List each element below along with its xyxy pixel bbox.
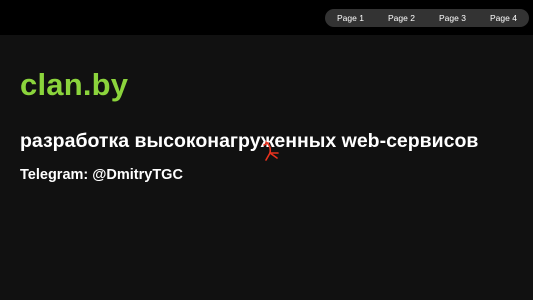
nav-link-page-3[interactable]: Page 3 (427, 9, 478, 27)
page: Page 1 Page 2 Page 3 Page 4 clan.by разр… (0, 0, 533, 300)
top-navigation-bar: Page 1 Page 2 Page 3 Page 4 (0, 0, 533, 35)
site-tagline: разработка высоконагруженных web-сервисо… (20, 130, 479, 152)
nav-link-page-1[interactable]: Page 1 (325, 9, 376, 27)
nav-link-page-2[interactable]: Page 2 (376, 9, 427, 27)
site-title: clan.by (20, 67, 129, 102)
telegram-contact: Telegram: @DmitryTGC (20, 167, 183, 183)
page-navigation: Page 1 Page 2 Page 3 Page 4 (325, 9, 529, 27)
nav-link-page-4[interactable]: Page 4 (478, 9, 529, 27)
